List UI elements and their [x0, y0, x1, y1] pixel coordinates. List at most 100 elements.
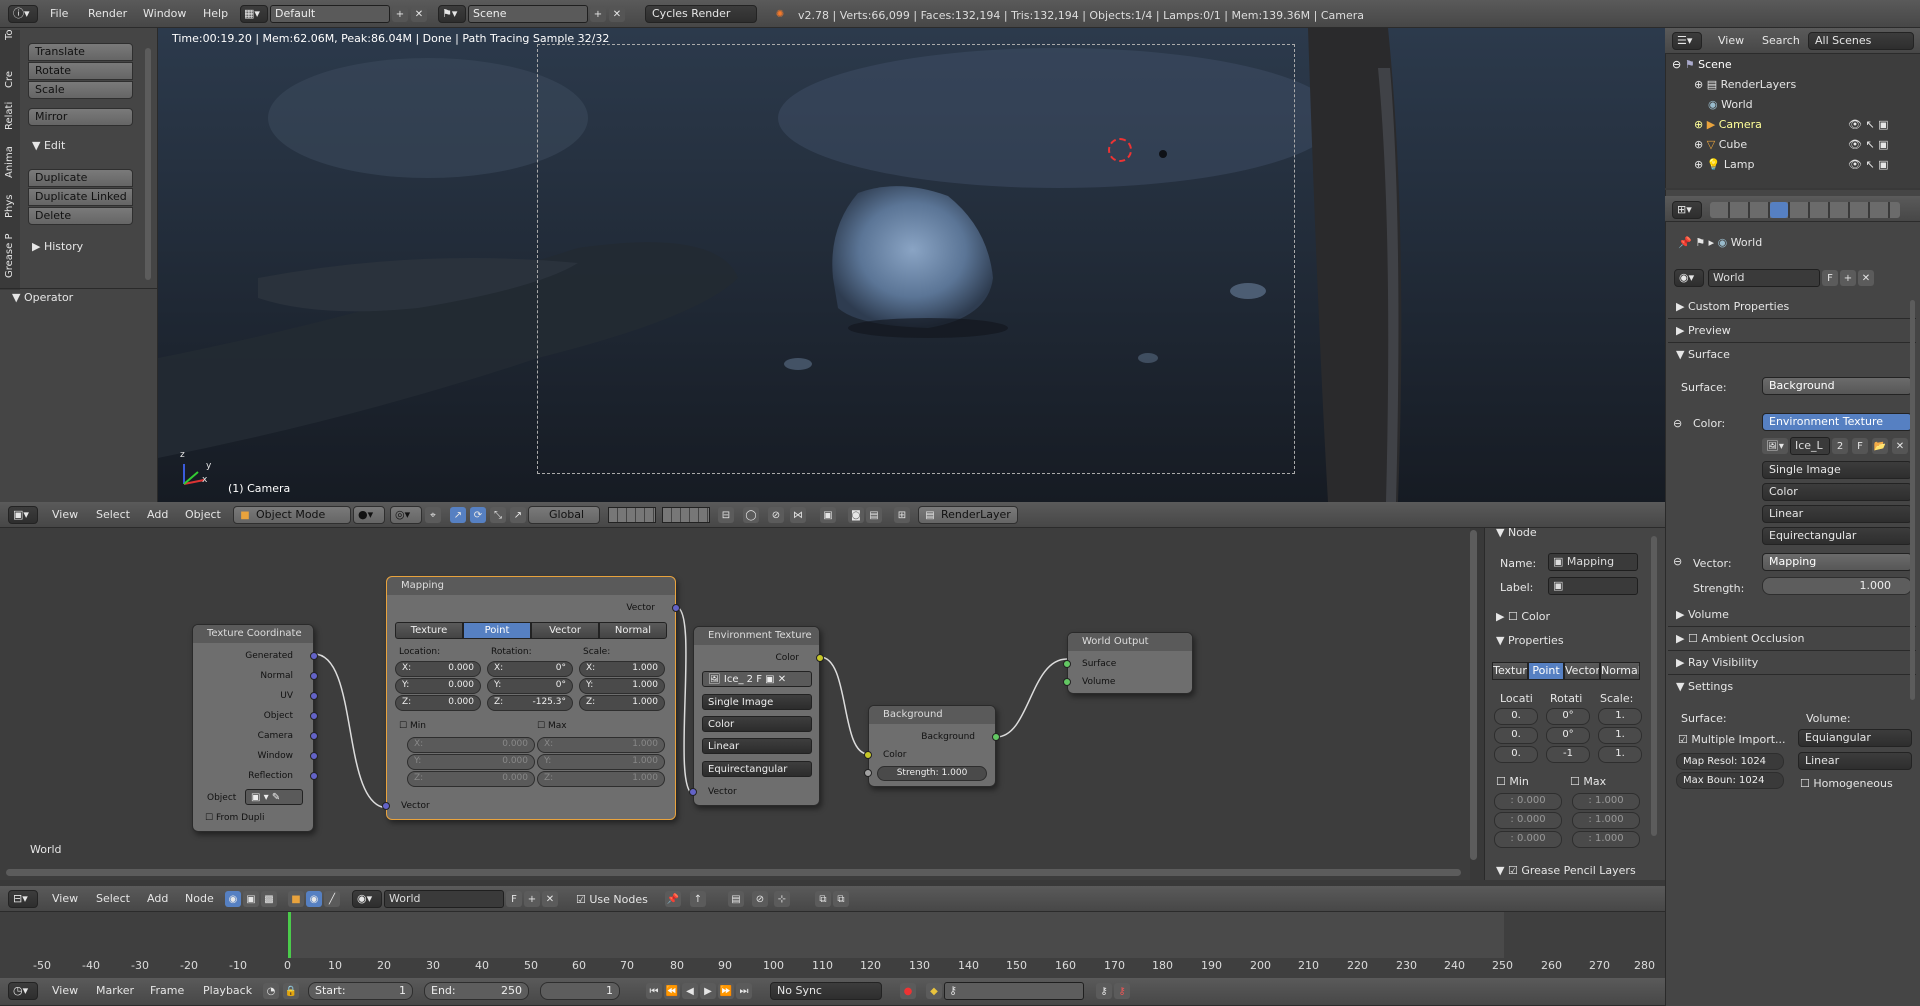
rotate-button[interactable]: Rotate [28, 62, 133, 80]
sidebar-tab-vector[interactable]: Vector [1564, 662, 1600, 680]
homogeneous-checkbox[interactable]: ☐ Homogeneous [1800, 777, 1893, 790]
node-name-field[interactable]: ▣ Mapping [1548, 553, 1638, 571]
layers-grid[interactable] [608, 507, 656, 523]
current-frame-field[interactable]: 1 [540, 982, 620, 1000]
snap-icon[interactable]: ⊘ [768, 507, 784, 523]
custom-properties-panel[interactable]: ▶ Custom Properties [1676, 300, 1789, 313]
shading-select[interactable]: ●▾ [353, 506, 385, 524]
scale-button[interactable]: Scale [28, 81, 133, 99]
tab-tools[interactable]: To [4, 29, 15, 40]
max-y[interactable]: Y: 1.000 [537, 754, 665, 770]
texture-tree-icon[interactable]: ▩ [261, 891, 277, 907]
vector-socket-toggle[interactable]: ⊖ [1673, 555, 1682, 568]
menu-window[interactable]: Window [143, 4, 186, 24]
socket-object[interactable] [310, 712, 318, 720]
sidebar-scale-z[interactable]: 1. [1598, 746, 1642, 763]
sidebar-min-z[interactable]: : 0.000 [1494, 831, 1562, 848]
node-header[interactable]: Mapping [387, 577, 675, 595]
translate-button[interactable]: Translate [28, 43, 133, 61]
volume-interp-select[interactable]: Linear [1798, 752, 1912, 770]
node-world-name-field[interactable]: World [384, 890, 504, 908]
min-y[interactable]: Y: 0.000 [407, 754, 535, 770]
sidebar-tab-texture[interactable]: Textur [1492, 662, 1528, 680]
node-sidebar-scrollbar[interactable] [1651, 536, 1657, 836]
keying-set-icon[interactable]: ◆ [926, 983, 942, 999]
add-world-icon[interactable]: + [1840, 270, 1856, 286]
world-output-node[interactable]: World Output Surface Volume [1063, 632, 1193, 694]
properties-context-tabs[interactable] [1710, 202, 1900, 218]
mapping-node[interactable]: Mapping Vector Texture Point Vector Norm… [382, 576, 680, 820]
image-fake-user[interactable]: F [1852, 438, 1868, 454]
timeline-menu-playback[interactable]: Playback [203, 981, 252, 1001]
outliner-item-camera[interactable]: ⊕ ▶ Camera [1694, 118, 1762, 131]
environment-texture-node[interactable]: Environment Texture Color 🖼 Ice_ 2 F ▣ ✕… [689, 626, 824, 806]
scale-x[interactable]: X: 1.000 [579, 661, 665, 677]
tab-point[interactable]: Point [463, 622, 531, 639]
location-z[interactable]: Z: 0.000 [395, 695, 481, 711]
outliner-item-world[interactable]: ◉ World [1708, 98, 1753, 111]
node-label-field[interactable]: ▣ [1548, 577, 1638, 595]
editor-type-outliner[interactable]: ☰▾ [1672, 32, 1702, 50]
socket-vector-in[interactable] [689, 788, 697, 796]
duplicate-button[interactable]: Duplicate [28, 169, 133, 187]
visibility-eye-icon[interactable]: 👁 ↖ ▣ [1848, 138, 1889, 151]
rotation-x[interactable]: X: 0° [487, 661, 573, 677]
mirror-button[interactable]: Mirror [28, 108, 133, 126]
sidebar-scale-x[interactable]: 1. [1598, 708, 1642, 725]
node-menu-select[interactable]: Select [96, 889, 130, 909]
sync-mode-select[interactable]: No Sync [770, 982, 882, 1000]
volume-sampling-select[interactable]: Equiangular [1798, 729, 1912, 747]
overlay-icon[interactable]: ⊞ [894, 507, 910, 523]
node-menu-view[interactable]: View [52, 889, 78, 909]
tab-animation[interactable]: Anima [4, 146, 15, 178]
manipulator-icon[interactable]: ⌖ [425, 507, 441, 523]
rotation-y[interactable]: Y: 0° [487, 678, 573, 694]
add-scene-icon[interactable]: + [590, 6, 606, 22]
image-browse-icon[interactable]: 🖼▾ [1762, 438, 1788, 454]
menu-render[interactable]: Render [88, 4, 127, 24]
screen-layout-icon[interactable]: ▦▾ [240, 5, 268, 23]
tool-shelf-scrollbar[interactable] [145, 48, 151, 280]
color-socket-toggle[interactable]: ⊖ [1673, 417, 1682, 430]
sidebar-min-y[interactable]: : 0.000 [1494, 812, 1562, 829]
layers-grid[interactable] [662, 507, 710, 523]
interpolation-select[interactable]: Linear [1762, 505, 1912, 523]
multiple-importance-checkbox[interactable]: ☑ Multiple Import... [1678, 733, 1786, 746]
duplicate-linked-button[interactable]: Duplicate Linked [28, 188, 133, 206]
menu-object[interactable]: Object [185, 505, 221, 525]
min-x[interactable]: X: 0.000 [407, 737, 535, 753]
linestyle-shader-icon[interactable]: ╱ [324, 891, 340, 907]
socket-normal[interactable] [310, 672, 318, 680]
scale-manipulator-icon[interactable]: ⤡ [490, 507, 506, 523]
history-panel-header[interactable]: ▶ History [32, 240, 83, 253]
menu-help[interactable]: Help [203, 4, 228, 24]
play-icon[interactable]: ▶ [700, 983, 716, 999]
sidebar-tab-normal[interactable]: Normal [1600, 662, 1640, 680]
surface-panel[interactable]: ▼ Surface [1676, 348, 1730, 361]
render-anim-icon[interactable]: ▤ [866, 507, 882, 523]
node-header[interactable]: Environment Texture [694, 627, 819, 645]
visibility-eye-icon[interactable]: 👁 ↖ ▣ [1848, 158, 1889, 171]
tab-vector[interactable]: Vector [531, 622, 599, 639]
node-properties-panel[interactable]: ▼ Properties [1496, 634, 1564, 647]
copy-nodes-icon[interactable]: ⧉ [815, 891, 831, 907]
vector-input-select[interactable]: Mapping [1762, 553, 1912, 571]
node-color-panel[interactable]: ▶ ☐ Color [1496, 610, 1550, 623]
node-editor-vscroll[interactable] [1470, 530, 1477, 860]
translate-manipulator-icon[interactable]: ↗ [450, 507, 466, 523]
socket-strength-in[interactable] [864, 769, 872, 777]
node-world-unlink-icon[interactable]: ✕ [542, 891, 558, 907]
world-name-field[interactable]: World [1708, 269, 1820, 287]
color-space-select[interactable]: Color [1762, 483, 1912, 501]
scale-z[interactable]: Z: 1.000 [579, 695, 665, 711]
remove-scene-icon[interactable]: ✕ [609, 6, 625, 22]
envtex-colorspace-select[interactable]: Color [702, 716, 812, 732]
start-frame-field[interactable]: Start: 1 [308, 982, 413, 1000]
3d-cursor-icon[interactable] [1108, 138, 1132, 162]
socket-window[interactable] [310, 752, 318, 760]
editor-type-properties[interactable]: ⊞▾ [1672, 201, 1702, 219]
node-header[interactable]: Texture Coordinate [193, 625, 313, 643]
node-menu-add[interactable]: Add [147, 889, 168, 909]
envtex-projection-select[interactable]: Equirectangular [702, 761, 812, 777]
edit-panel-header[interactable]: ▼ Edit [32, 139, 65, 152]
